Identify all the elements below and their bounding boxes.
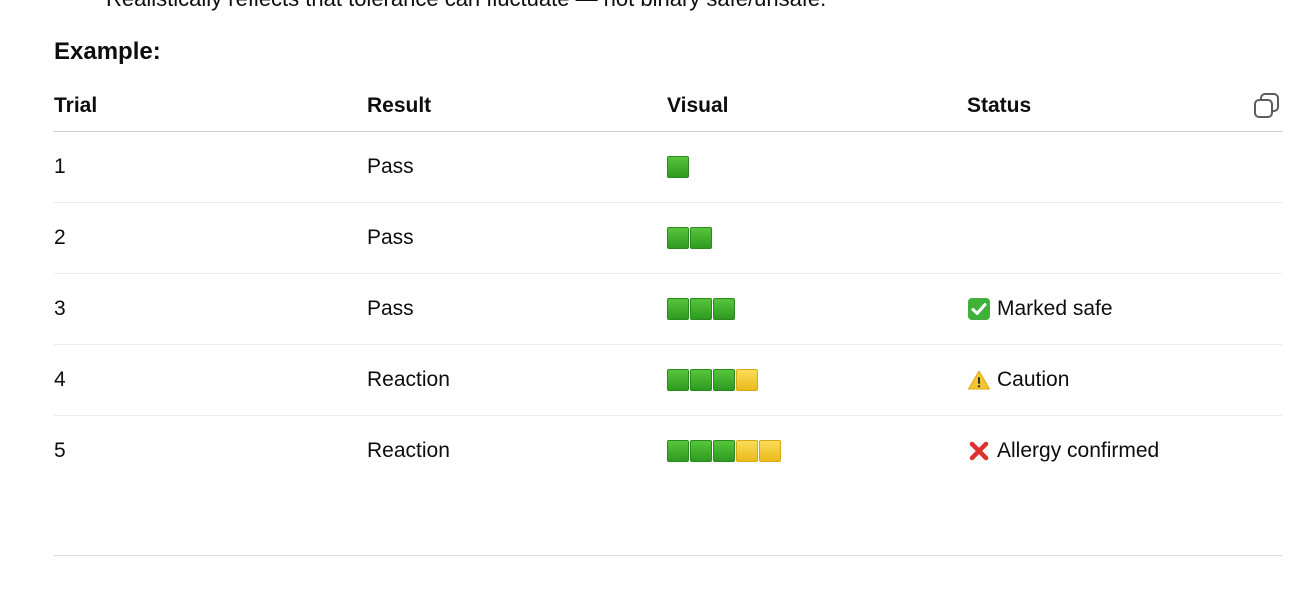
green-square-icon	[667, 298, 689, 320]
trial-cell: 5	[54, 439, 66, 462]
yellow-square-icon	[736, 369, 758, 391]
status-label: Caution	[997, 368, 1070, 391]
copy-icon	[1254, 93, 1279, 118]
table-row: 2 Pass	[54, 202, 1282, 274]
green-square-icon	[713, 440, 735, 462]
trial-table: Trial Result Visual Status 1 Pass 2 Pass 3 Pa…	[54, 80, 1282, 486]
header-visual: Visual	[667, 80, 967, 132]
yellow-square-icon	[736, 440, 758, 462]
header-result: Result	[367, 80, 667, 132]
table-row: 3 Pass Marked safe	[54, 273, 1282, 345]
result-cell: Pass	[367, 131, 667, 203]
result-cell: Pass	[367, 202, 667, 274]
green-square-icon	[690, 298, 712, 320]
trial-cell: 4	[54, 344, 367, 416]
table-row: 4 Reaction Caution	[54, 344, 1282, 416]
trial-cell: 3	[54, 273, 367, 345]
result-cell: Reaction	[367, 344, 667, 416]
green-square-icon	[667, 156, 689, 178]
visual-cell	[667, 416, 967, 487]
result-cell: Pass	[367, 273, 667, 345]
green-square-icon	[690, 227, 712, 249]
green-square-icon	[667, 440, 689, 462]
table-row: 5 Reaction Allergy confirmed	[54, 416, 1282, 487]
trial-cell: 1	[54, 131, 367, 203]
progress-blocks	[667, 226, 967, 250]
status: Marked safe	[967, 297, 1282, 321]
trial-cell: 2	[54, 202, 367, 274]
check-mark-icon	[967, 297, 991, 321]
intro-text-fragment: Realistically reflects that tolerance ca…	[106, 0, 826, 12]
progress-blocks	[667, 297, 967, 321]
green-square-icon	[713, 369, 735, 391]
result-cell: Reaction	[367, 439, 450, 462]
visual-cell	[667, 202, 967, 274]
status-cell: Allergy confirmed	[967, 416, 1282, 487]
visual-cell	[667, 273, 967, 345]
table-container: Trial Result Visual Status 1 Pass 2 Pass 3 Pa…	[54, 80, 1282, 486]
progress-blocks	[667, 439, 967, 463]
status-cell: Caution	[967, 344, 1282, 416]
header-trial: Trial	[54, 80, 367, 132]
status: Allergy confirmed	[967, 439, 1282, 463]
green-square-icon	[667, 227, 689, 249]
status-label: Allergy confirmed	[997, 439, 1160, 462]
green-square-icon	[690, 440, 712, 462]
warning-icon	[967, 368, 991, 392]
table-row: 1 Pass	[54, 131, 1282, 203]
status-cell	[967, 131, 1282, 203]
progress-blocks	[667, 368, 967, 392]
page: Realistically reflects that tolerance ca…	[0, 0, 1304, 608]
table-header-row: Trial Result Visual Status	[54, 80, 1282, 132]
header-status: Status	[967, 80, 1282, 132]
status-cell	[967, 202, 1282, 274]
progress-blocks	[667, 155, 967, 179]
green-square-icon	[690, 369, 712, 391]
status-label: Marked safe	[997, 297, 1113, 320]
yellow-square-icon	[759, 440, 781, 462]
example-heading: Example:	[54, 38, 161, 65]
status: Caution	[967, 368, 1282, 392]
visual-cell	[667, 344, 967, 416]
green-square-icon	[667, 369, 689, 391]
status-cell: Marked safe	[967, 273, 1282, 345]
cross-mark-icon	[967, 439, 991, 463]
divider	[54, 555, 1282, 556]
green-square-icon	[713, 298, 735, 320]
visual-cell	[667, 131, 967, 203]
copy-button[interactable]	[1252, 91, 1282, 121]
